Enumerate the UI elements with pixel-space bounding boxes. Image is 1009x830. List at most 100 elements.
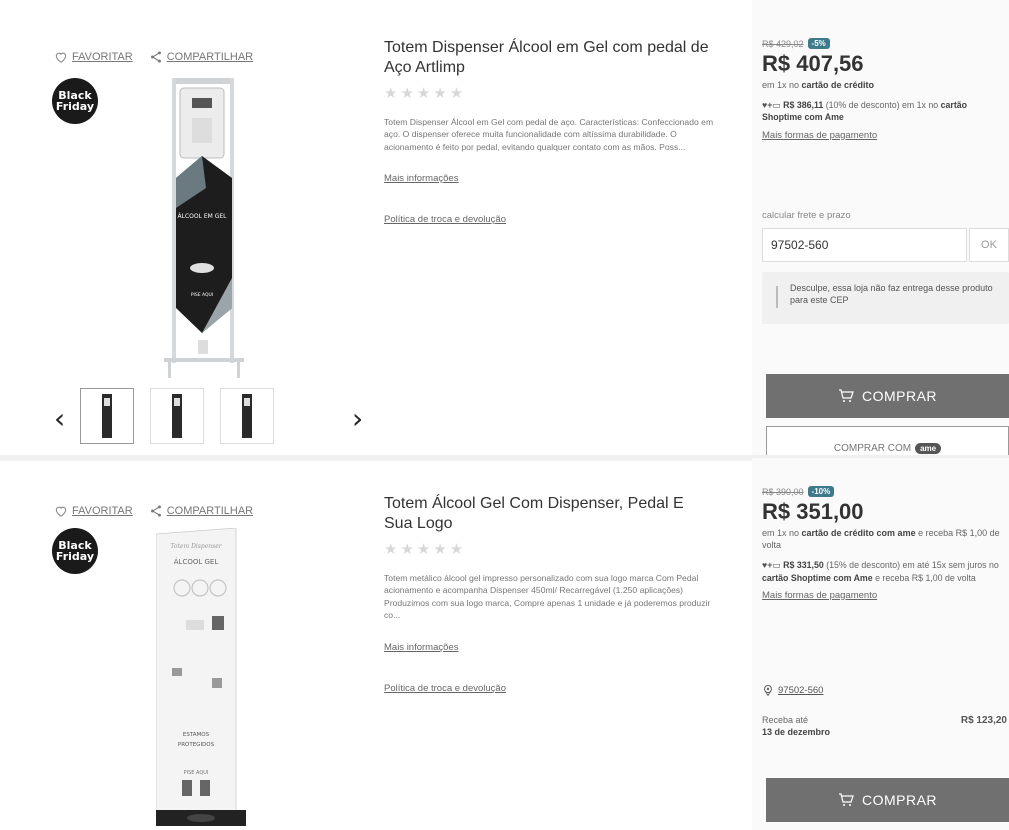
- rating-stars: ★★★★★: [384, 541, 467, 558]
- svg-text:ESTAMOS: ESTAMOS: [183, 732, 210, 738]
- old-price-row: R$ 429,02 -5%: [762, 38, 1009, 49]
- product-actions: FAVORITAR COMPARTILHAR: [54, 50, 253, 64]
- price-panel: R$ 429,02 -5% R$ 407,56 em 1x no cartão …: [752, 0, 1009, 458]
- search-results-page: FAVORITAR COMPARTILHAR Black Friday ÁLCO…: [0, 0, 1009, 830]
- favorite-button[interactable]: FAVORITAR: [54, 504, 133, 518]
- badge-line-2: Friday: [55, 100, 95, 113]
- delivery-estimate: Receba até 13 de dezembro R$ 123,20: [762, 714, 1009, 738]
- share-button[interactable]: COMPARTILHAR: [149, 504, 253, 518]
- payment-prefix: em 1x no: [762, 80, 802, 90]
- return-policy-link[interactable]: Política de troca e devolução: [384, 214, 714, 225]
- cep-value: 97502-560: [778, 684, 824, 696]
- favorite-button[interactable]: FAVORITAR: [54, 50, 133, 64]
- more-payment-options-link[interactable]: Mais formas de pagamento: [762, 130, 1009, 141]
- current-price: R$ 407,56: [762, 51, 864, 76]
- ame-cashback: e receba R$ 1,00 de volta: [872, 572, 976, 583]
- svg-text:PISE AQUI: PISE AQUI: [191, 292, 213, 298]
- more-payment-options-link[interactable]: Mais formas de pagamento: [762, 590, 1009, 601]
- more-info-link[interactable]: Mais informações: [384, 173, 714, 184]
- ame-card-icon: ♥+▭: [762, 560, 781, 571]
- payment-method: cartão de crédito com ame: [801, 528, 916, 538]
- thumbnail-2[interactable]: [150, 388, 204, 444]
- old-price-row: R$ 390,00 -10%: [762, 486, 1009, 497]
- chevron-left-icon[interactable]: ‹: [54, 402, 65, 435]
- product-card: FAVORITAR COMPARTILHAR Black Friday ÁLCO…: [0, 0, 1009, 458]
- old-price: R$ 390,00: [762, 486, 804, 497]
- return-policy-link[interactable]: Política de troca e devolução: [384, 683, 714, 694]
- ame-card-name: cartão Shoptime com Ame: [762, 572, 873, 583]
- badge-line-2: Friday: [55, 550, 95, 563]
- ame-card-icon: ♥+▭: [762, 100, 781, 111]
- svg-text:PISE AQUI: PISE AQUI: [184, 770, 209, 776]
- product-description: Totem Dispenser Álcool em Gel com pedal …: [384, 117, 714, 152]
- thumbnail-image: [242, 394, 252, 438]
- current-price: R$ 351,00: [762, 499, 864, 524]
- ame-offer: ♥+▭ R$ 331,50 (15% de desconto) em até 1…: [762, 559, 1009, 584]
- thumbnail-3[interactable]: [220, 388, 274, 444]
- payment-condition: em 1x no cartão de crédito com ame e rec…: [762, 527, 1009, 551]
- product-info: Totem Dispenser Álcool em Gel com pedal …: [384, 38, 714, 225]
- thumbnail-image: [102, 394, 112, 438]
- product-actions: FAVORITAR COMPARTILHAR: [54, 504, 253, 518]
- delivery-price: R$ 123,20: [960, 715, 1007, 726]
- price-panel: R$ 390,00 -10% R$ 351,00 em 1x no cartão…: [752, 458, 1009, 830]
- product-card: FAVORITAR COMPARTILHAR Black Friday Tote…: [0, 458, 1009, 830]
- svg-text:Totem Dispenser: Totem Dispenser: [170, 543, 222, 550]
- svg-text:ÁLCOOL GEL: ÁLCOOL GEL: [174, 557, 219, 566]
- thumbnail-image: [172, 394, 182, 438]
- share-label: COMPARTILHAR: [166, 51, 254, 63]
- chevron-right-icon[interactable]: ›: [352, 402, 363, 435]
- svg-text:ÁLCOOL EM GEL: ÁLCOOL EM GEL: [178, 213, 228, 220]
- payment-method: cartão de crédito: [801, 80, 875, 90]
- freight-label: calcular frete e prazo: [762, 210, 851, 221]
- ame-offer: ♥+▭ R$ 386,11 (10% de desconto) em 1x no…: [762, 99, 1009, 124]
- delivery-date: 13 de dezembro: [762, 727, 831, 738]
- buy-with-ame-button[interactable]: COMPRAR COM ame: [766, 426, 1009, 456]
- change-cep-link[interactable]: 97502-560: [762, 684, 823, 696]
- product-image-column: FAVORITAR COMPARTILHAR Black Friday ÁLCO…: [44, 0, 374, 458]
- price-block: R$ 390,00 -10% R$ 351,00 em 1x no cartão…: [762, 486, 1009, 601]
- ame-price: R$ 386,11: [783, 100, 824, 111]
- cep-input[interactable]: [762, 228, 967, 262]
- notice-bar: [776, 286, 778, 308]
- buy-button[interactable]: COMPRAR: [766, 778, 1009, 822]
- product-image-column: FAVORITAR COMPARTILHAR Black Friday Tote…: [44, 458, 374, 830]
- black-friday-badge: Black Friday: [52, 78, 98, 124]
- product-title[interactable]: Totem Álcool Gel Com Dispenser, Pedal E …: [384, 494, 714, 534]
- ame-offer-text: (15% de desconto) em até 15x sem juros n…: [823, 560, 999, 571]
- rating-stars: ★★★★★: [384, 85, 467, 102]
- payment-prefix: em 1x no: [762, 528, 802, 538]
- share-button[interactable]: COMPARTILHAR: [149, 50, 253, 64]
- calculate-freight-button[interactable]: OK: [969, 228, 1009, 262]
- product-title[interactable]: Totem Dispenser Álcool em Gel com pedal …: [384, 38, 714, 78]
- cart-icon: [838, 389, 854, 402]
- notice-text: Desculpe, essa loja não faz entrega dess…: [790, 283, 993, 306]
- favorite-label: FAVORITAR: [72, 505, 133, 517]
- old-price: R$ 429,02: [762, 38, 804, 49]
- more-info-link[interactable]: Mais informações: [384, 642, 714, 653]
- black-friday-badge: Black Friday: [52, 528, 98, 574]
- favorite-label: FAVORITAR: [72, 51, 133, 63]
- thumbnail-carousel: ‹ ›: [54, 388, 374, 444]
- discount-badge: -10%: [807, 486, 835, 497]
- heart-icon: [55, 52, 67, 63]
- cart-icon: [838, 793, 854, 806]
- heart-icon: [55, 506, 67, 517]
- buy-label: COMPRAR: [861, 388, 938, 404]
- share-icon: [150, 51, 161, 63]
- buy-with-ame-label: COMPRAR COM: [833, 443, 912, 454]
- product-image[interactable]: ÁLCOOL EM GEL PISE AQUI: [154, 78, 254, 378]
- product-image[interactable]: Totem Dispenser ÁLCOOL GEL ESTAMOS PROTE…: [156, 528, 246, 828]
- share-label: COMPARTILHAR: [166, 505, 254, 517]
- delivery-unavailable-notice: Desculpe, essa loja não faz entrega dess…: [762, 272, 1009, 324]
- product-info: Totem Álcool Gel Com Dispenser, Pedal E …: [384, 494, 714, 694]
- payment-condition: em 1x no cartão de crédito: [762, 79, 1009, 91]
- buy-label: COMPRAR: [861, 792, 938, 808]
- ame-offer-text: (10% de desconto) em 1x no: [823, 100, 941, 111]
- product-description: Totem metálico álcool gel impresso perso…: [384, 573, 711, 621]
- ame-price: R$ 331,50: [783, 560, 824, 571]
- buy-button[interactable]: COMPRAR: [766, 374, 1009, 418]
- thumbnail-1[interactable]: [80, 388, 134, 444]
- discount-badge: -5%: [807, 38, 830, 49]
- location-pin-icon: [764, 685, 772, 696]
